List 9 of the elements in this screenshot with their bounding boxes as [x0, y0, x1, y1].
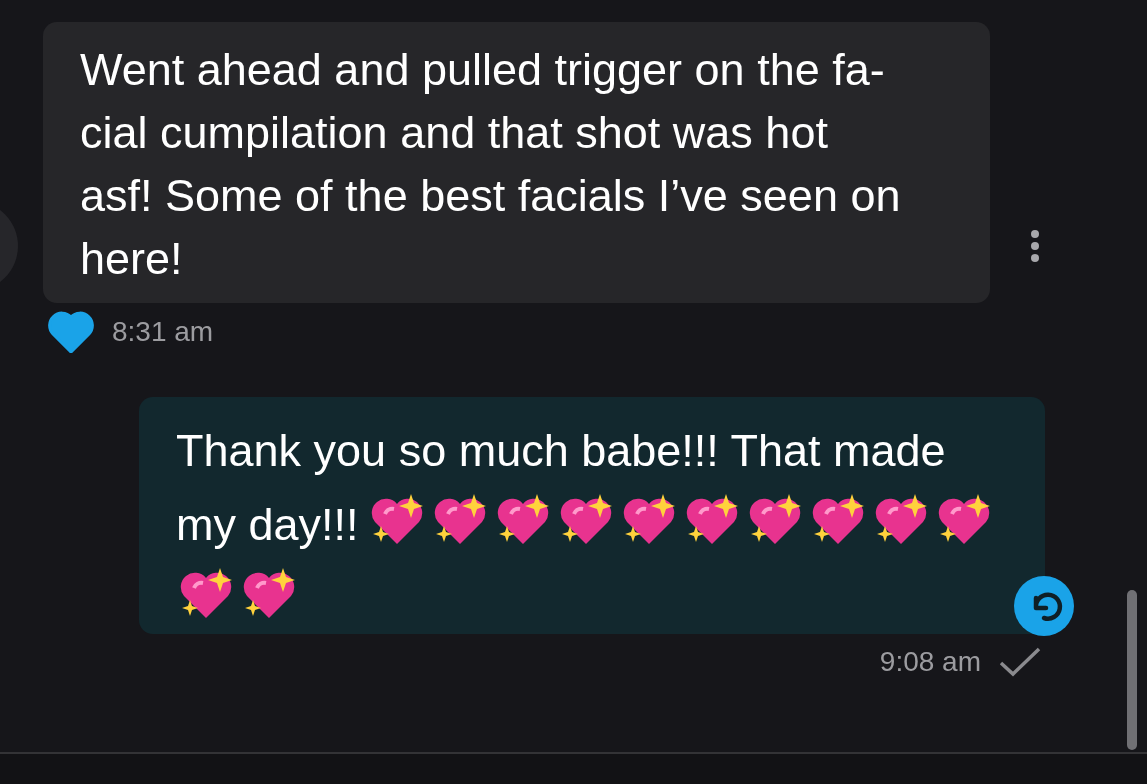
- message-text: my day!!!: [176, 499, 359, 550]
- more-options-icon[interactable]: [1029, 229, 1041, 263]
- undo-icon[interactable]: [1014, 576, 1074, 636]
- scrollbar[interactable]: [1127, 590, 1137, 750]
- heart-icon[interactable]: [48, 311, 94, 353]
- message-text: Went ahead and pulled trigger on the fa- cial cumpilation and that shot was hot asf! Some of the best facials I’ve seen on here!: [80, 43, 902, 286]
- message-time: 8:31 am: [112, 316, 214, 348]
- message-time: 9:08 am: [879, 646, 981, 678]
- message-text: Thank you so much babe!!! That made: [176, 425, 946, 476]
